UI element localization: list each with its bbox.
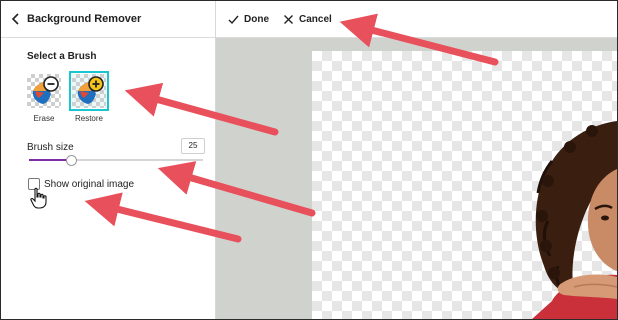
done-button[interactable]: Done — [228, 14, 269, 25]
panel-header: Background Remover — [1, 1, 215, 38]
chevron-left-icon — [11, 13, 19, 25]
cancel-button[interactable]: Cancel — [283, 14, 332, 25]
editing-canvas[interactable] — [216, 38, 617, 319]
back-button[interactable]: Background Remover — [11, 13, 141, 25]
panel-title: Background Remover — [27, 13, 142, 25]
top-toolbar: Done Cancel — [216, 1, 617, 38]
check-icon — [228, 15, 239, 24]
done-label: Done — [244, 13, 269, 25]
erase-brush-label: Erase — [33, 114, 55, 123]
brush-panel: Background Remover Select a Brush Erase — [1, 1, 216, 319]
erase-brush-button[interactable]: Erase — [25, 74, 63, 123]
brush-size-slider[interactable] — [29, 155, 203, 166]
show-original-label: Show original image — [44, 178, 135, 190]
restore-brush-button[interactable]: Restore — [69, 71, 109, 123]
slider-handle[interactable] — [65, 155, 77, 166]
brush-size-label: Brush size — [27, 142, 74, 153]
close-icon — [284, 14, 293, 24]
restore-brush-icon — [77, 76, 104, 104]
brush-size-input[interactable]: 25 — [181, 138, 205, 154]
slider-fill — [29, 159, 71, 161]
hand-cursor-icon — [30, 187, 47, 209]
cancel-label: Cancel — [299, 13, 332, 25]
app-window: Background Remover Select a Brush Erase — [0, 0, 618, 320]
restore-brush-thumb — [69, 71, 109, 111]
select-brush-heading: Select a Brush — [27, 51, 97, 62]
erase-brush-icon — [32, 76, 59, 104]
erase-brush-thumb — [27, 74, 61, 108]
subject-photo — [532, 121, 617, 319]
restore-brush-label: Restore — [74, 114, 103, 123]
transparent-background — [312, 51, 617, 319]
